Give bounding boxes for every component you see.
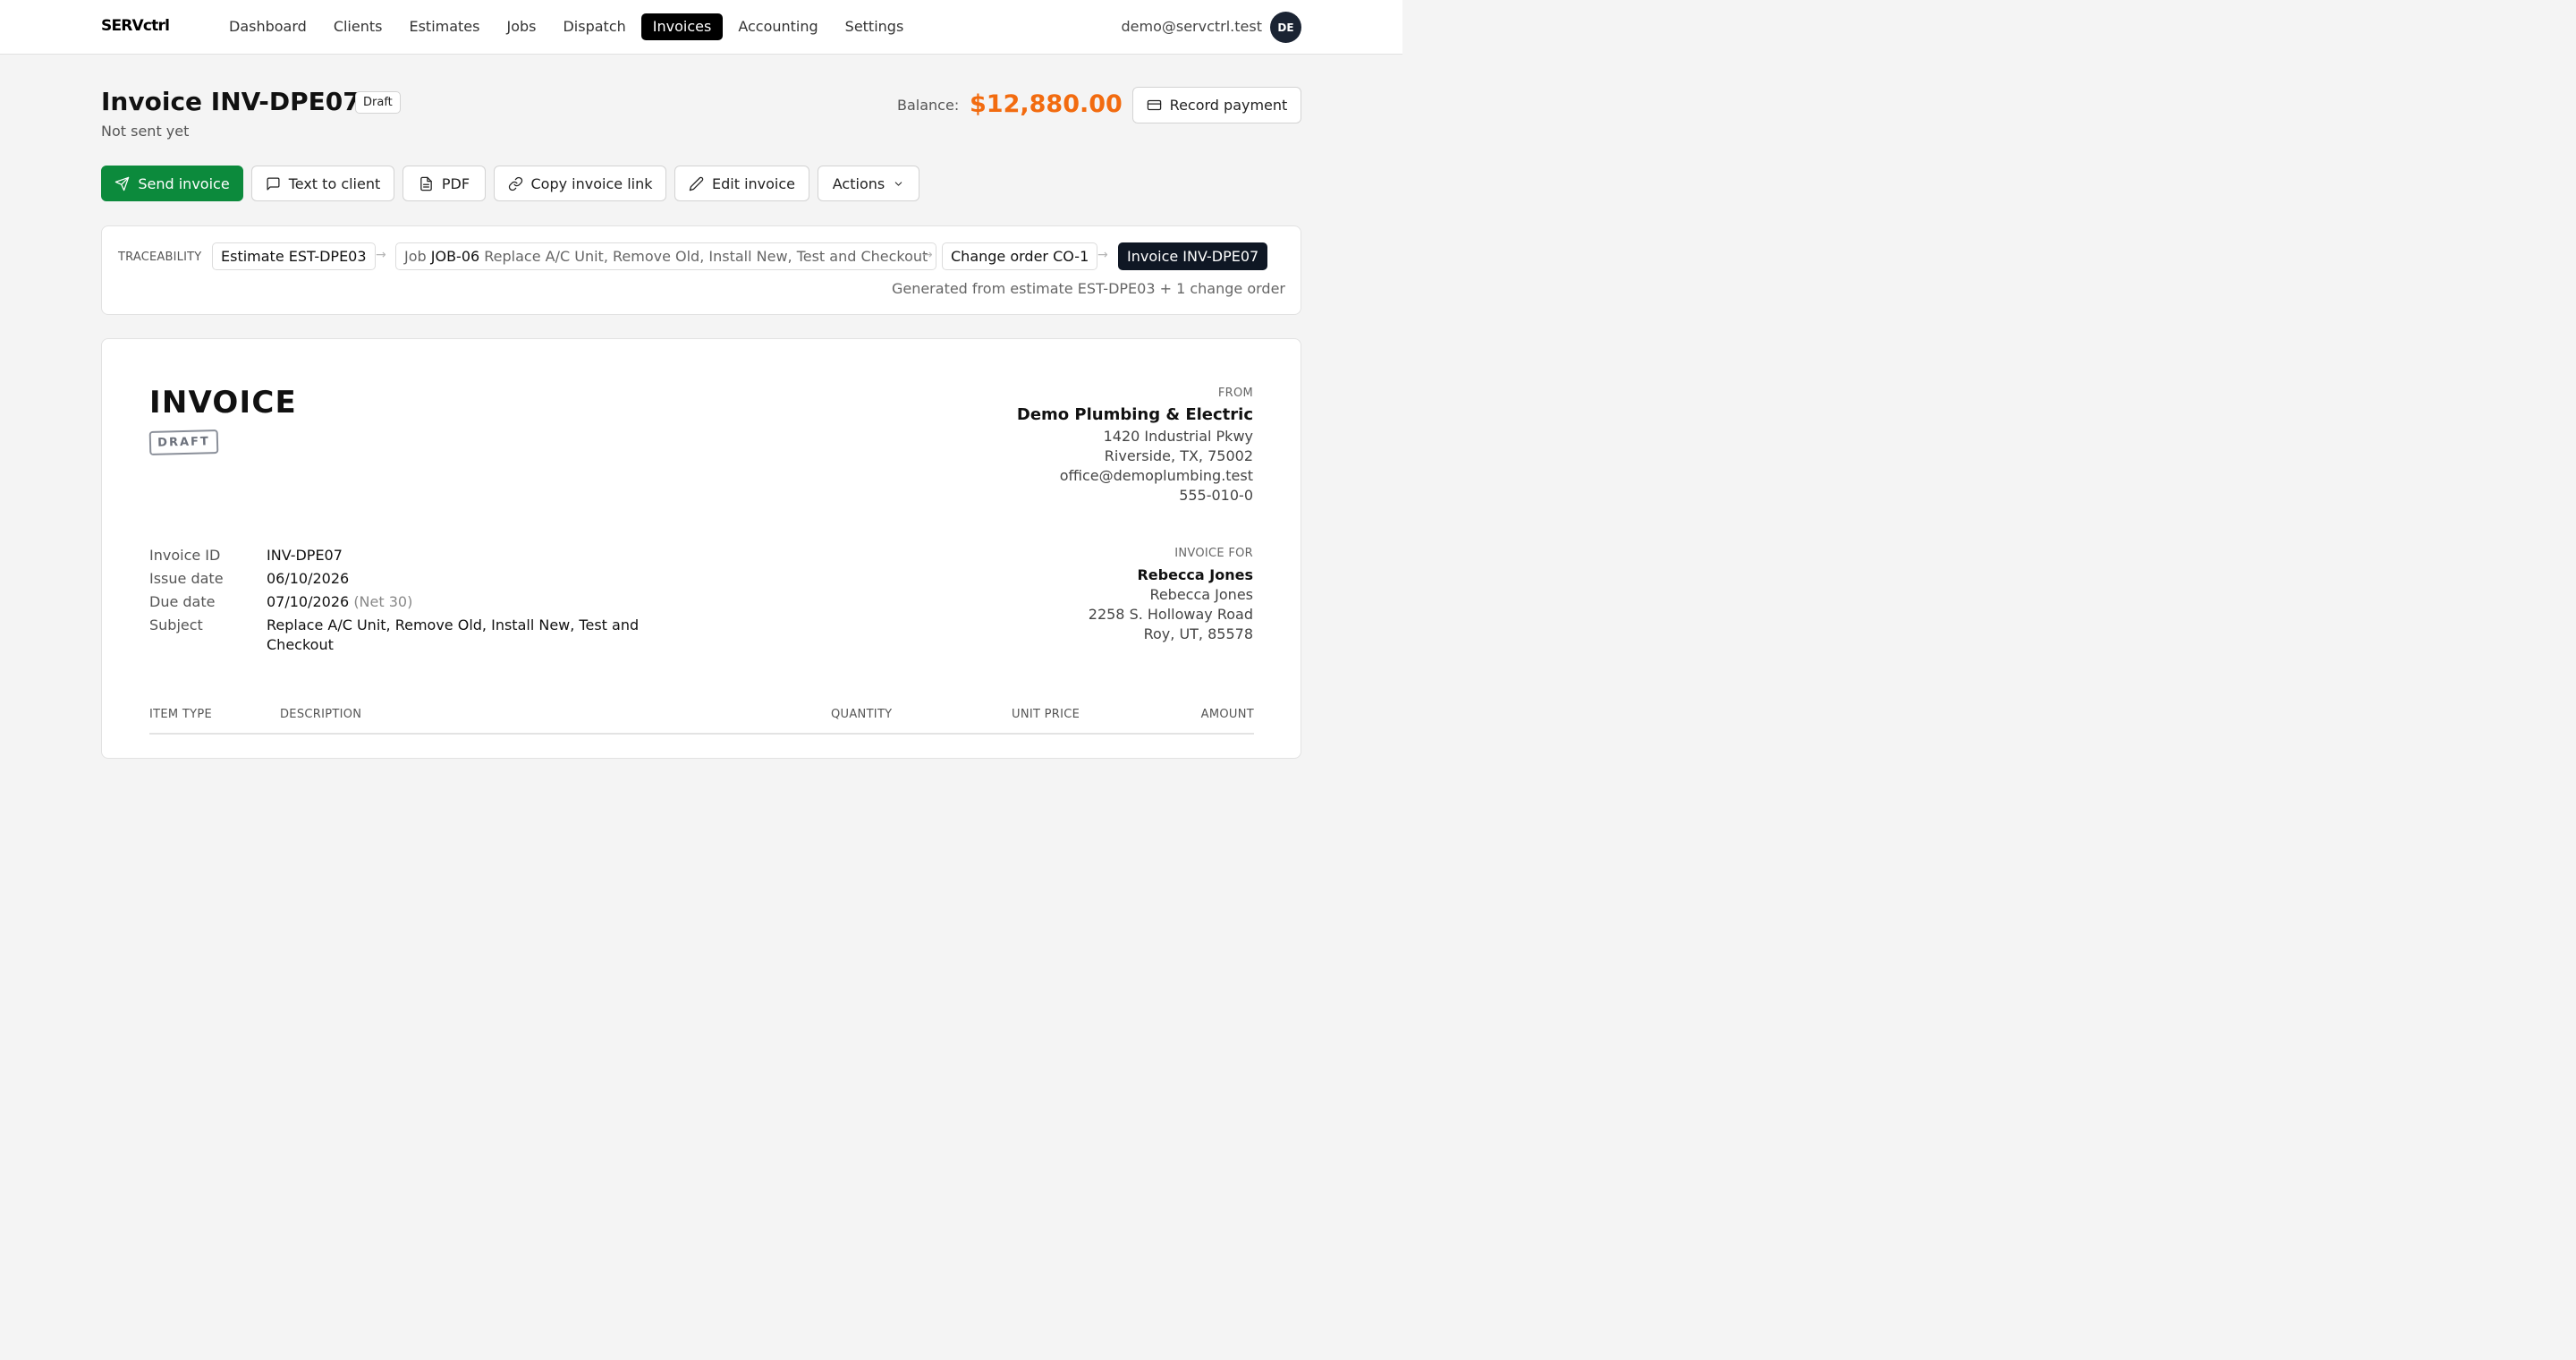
meta-row-invoice-id: Invoice ID INV-DPE07 bbox=[149, 546, 642, 565]
nav-accounting[interactable]: Accounting bbox=[726, 13, 829, 40]
text-to-client-label: Text to client bbox=[288, 174, 381, 192]
client-address-1: 2258 S. Holloway Road bbox=[1088, 606, 1253, 623]
meta-label: Subject bbox=[149, 616, 203, 633]
pdf-label: PDF bbox=[441, 174, 470, 192]
subject-value: Replace A/C Unit, Remove Old, Install Ne… bbox=[267, 616, 640, 653]
nav-settings[interactable]: Settings bbox=[834, 13, 916, 40]
edit-invoice-label: Edit invoice bbox=[712, 174, 795, 192]
invoice-document: INVOICE DRAFT FROM Demo Plumbing & Elect… bbox=[101, 338, 1301, 759]
meta-row-due-date: Due date 07/10/2026 (Net 30) bbox=[149, 592, 642, 612]
actions-label: Actions bbox=[832, 174, 886, 192]
send-invoice-button[interactable]: Send invoice bbox=[101, 166, 243, 201]
nav-estimates[interactable]: Estimates bbox=[397, 13, 491, 40]
invoice-id-value: INV-DPE07 bbox=[267, 547, 343, 564]
traceability-card: TRACEABILITY Estimate EST-DPE03 → Job JO… bbox=[101, 225, 1301, 315]
page-title: Invoice INV-DPE07 bbox=[101, 87, 360, 116]
user-avatar[interactable]: DE bbox=[1270, 12, 1301, 43]
file-text-icon bbox=[420, 176, 432, 191]
meta-row-issue-date: Issue date 06/10/2026 bbox=[149, 569, 642, 589]
sent-status-text: Not sent yet bbox=[101, 123, 190, 140]
traceability-note: Generated from estimate EST-DPE03 + 1 ch… bbox=[891, 280, 1285, 297]
invoice-meta: Invoice ID INV-DPE07 Issue date 06/10/20… bbox=[149, 546, 642, 659]
from-label: FROM bbox=[1217, 387, 1253, 400]
from-block: FROM Demo Plumbing & Electric 1420 Indus… bbox=[1017, 387, 1253, 506]
trace-arrow-icon: → bbox=[1097, 248, 1108, 262]
actions-dropdown-button[interactable]: Actions bbox=[818, 166, 919, 201]
user-email: demo@servctrl.test bbox=[1121, 18, 1262, 35]
copy-invoice-link-label: Copy invoice link bbox=[530, 174, 653, 192]
nav-dispatch[interactable]: Dispatch bbox=[551, 13, 637, 40]
credit-card-icon bbox=[1147, 99, 1161, 111]
meta-label: Due date bbox=[149, 593, 216, 610]
trace-job-desc: Replace A/C Unit, Remove Old, Install Ne… bbox=[484, 248, 928, 265]
due-terms: (Net 30) bbox=[353, 593, 413, 610]
invoice-for-block: INVOICE FOR Rebecca Jones Rebecca Jones … bbox=[1089, 547, 1253, 644]
meta-label: Invoice ID bbox=[149, 547, 221, 564]
company-phone: 555-010-0 bbox=[1179, 487, 1253, 504]
edit-invoice-button[interactable]: Edit invoice bbox=[674, 166, 809, 201]
invoice-for-label: INVOICE FOR bbox=[1174, 547, 1253, 560]
col-unit-price: UNIT PRICE bbox=[1012, 708, 1080, 721]
col-amount: AMOUNT bbox=[1200, 708, 1254, 721]
trace-arrow-icon: → bbox=[376, 248, 386, 262]
draft-stamp: DRAFT bbox=[148, 429, 219, 456]
message-square-icon bbox=[267, 176, 280, 191]
issue-date-value: 06/10/2026 bbox=[267, 570, 350, 587]
chevron-down-icon bbox=[894, 181, 902, 186]
document-title: INVOICE bbox=[149, 385, 297, 421]
trace-change-order-chip[interactable]: Change order CO-1 bbox=[942, 242, 1098, 270]
nav-clients[interactable]: Clients bbox=[322, 13, 394, 40]
send-invoice-label: Send invoice bbox=[138, 174, 230, 192]
company-address-1: 1420 Industrial Pkwy bbox=[1103, 428, 1253, 445]
copy-invoice-link-button[interactable]: Copy invoice link bbox=[494, 166, 666, 201]
top-nav: SERVctrl Dashboard Clients Estimates Job… bbox=[0, 0, 1402, 55]
nav-links: Dashboard Clients Estimates Jobs Dispatc… bbox=[217, 13, 919, 40]
pencil-icon bbox=[689, 176, 704, 191]
trace-job-id: JOB-06 bbox=[430, 248, 480, 265]
nav-invoices[interactable]: Invoices bbox=[640, 13, 724, 40]
status-badge: Draft bbox=[355, 91, 401, 114]
client-address-2: Roy, UT, 85578 bbox=[1143, 625, 1253, 642]
company-name: Demo Plumbing & Electric bbox=[1016, 405, 1253, 424]
company-address-2: Riverside, TX, 75002 bbox=[1104, 447, 1253, 464]
meta-label: Issue date bbox=[149, 570, 224, 587]
nav-jobs[interactable]: Jobs bbox=[495, 13, 547, 40]
company-email: office@demoplumbing.test bbox=[1059, 467, 1253, 484]
due-date: 07/10/2026 bbox=[267, 593, 350, 610]
traceability-label: TRACEABILITY bbox=[118, 251, 202, 264]
col-item-type: ITEM TYPE bbox=[149, 708, 212, 721]
client-contact: Rebecca Jones bbox=[1149, 586, 1253, 603]
nav-dashboard[interactable]: Dashboard bbox=[217, 13, 318, 40]
due-date-value: 07/10/2026 (Net 30) bbox=[267, 592, 642, 612]
send-icon bbox=[115, 176, 130, 191]
record-payment-button[interactable]: Record payment bbox=[1132, 87, 1301, 123]
link-icon bbox=[508, 176, 522, 191]
trace-job-chip[interactable]: Job JOB-06 Replace A/C Unit, Remove Old,… bbox=[395, 242, 937, 270]
col-description: DESCRIPTION bbox=[280, 708, 362, 721]
text-to-client-button[interactable]: Text to client bbox=[251, 166, 394, 201]
col-quantity: QUANTITY bbox=[831, 708, 893, 721]
trace-estimate-chip[interactable]: Estimate EST-DPE03 bbox=[212, 242, 376, 270]
record-payment-label: Record payment bbox=[1169, 97, 1288, 114]
brand-logo[interactable]: SERVctrl bbox=[101, 17, 170, 35]
line-items-header: ITEM TYPE DESCRIPTION QUANTITY UNIT PRIC… bbox=[149, 706, 1254, 735]
trace-job-prefix: Job bbox=[404, 248, 427, 265]
balance-label: Balance: bbox=[897, 97, 960, 114]
balance-amount: $12,880.00 bbox=[970, 90, 1123, 118]
trace-arrow-icon: → bbox=[922, 248, 933, 262]
client-name: Rebecca Jones bbox=[1137, 566, 1253, 583]
pdf-button[interactable]: PDF bbox=[402, 166, 486, 201]
trace-invoice-chip[interactable]: Invoice INV-DPE07 bbox=[1118, 242, 1268, 270]
meta-row-subject: Subject Replace A/C Unit, Remove Old, In… bbox=[149, 616, 642, 655]
